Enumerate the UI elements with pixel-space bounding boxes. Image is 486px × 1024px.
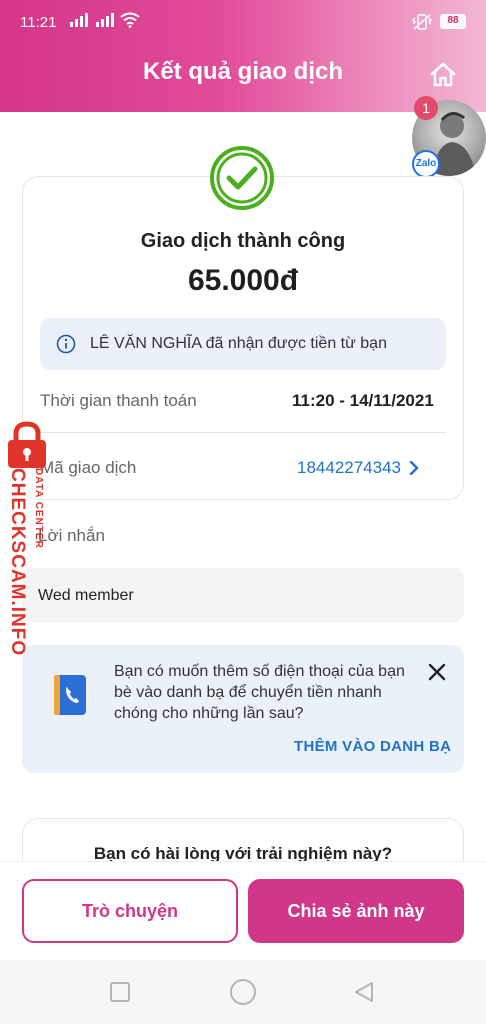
check-circle-icon <box>210 146 274 210</box>
transaction-id-link[interactable]: 18442274343 <box>297 458 419 478</box>
transaction-amount: 65.000đ <box>187 264 299 297</box>
page-title: Kết quả giao dịch <box>142 58 343 85</box>
chevron-right-icon <box>409 461 419 475</box>
payment-time-value: 11:20 - 14/11/2021 <box>292 391 434 410</box>
zalo-logo: Zalo <box>412 150 440 178</box>
watermark-subtext: DATA CENTER <box>33 468 44 549</box>
divider <box>40 432 446 433</box>
status-bar: 11:21 88 <box>0 0 486 46</box>
back-icon[interactable] <box>352 980 376 1004</box>
close-icon[interactable] <box>426 661 448 683</box>
transaction-id-value: 18442274343 <box>297 458 402 477</box>
battery-indicator: 88 <box>440 14 466 29</box>
share-image-button[interactable]: Chia sẻ ảnh này <box>248 879 464 943</box>
recipient-info-box: LÊ VĂN NGHĨA đã nhận được tiền từ bạn <box>40 318 446 370</box>
chat-button[interactable]: Trò chuyện <box>22 879 238 943</box>
add-contact-card: Bạn có muốn thêm số điện thoại của bạn b… <box>22 645 464 773</box>
info-icon <box>56 334 76 354</box>
transaction-status: Giao dịch thành công <box>140 230 346 252</box>
watermark: CHECKSCAM.INFO DATA CENTER <box>0 420 60 660</box>
vibrate-icon <box>412 14 432 30</box>
message-box: Wed member <box>22 568 464 622</box>
signal-icon <box>70 13 114 27</box>
zalo-chat-bubble[interactable]: 1 Zalo <box>410 96 486 180</box>
notification-badge: 1 <box>414 96 438 120</box>
status-time: 11:21 <box>20 14 57 31</box>
contacts-book-icon <box>54 675 86 715</box>
home-nav-button[interactable] <box>230 979 256 1005</box>
wifi-icon <box>120 12 140 28</box>
lock-icon <box>8 421 46 468</box>
add-contact-button[interactable]: THÊM VÀO DANH BẠ <box>294 738 451 755</box>
recent-apps-button[interactable] <box>110 982 130 1002</box>
add-contact-text: Bạn có muốn thêm số điện thoại của bạn b… <box>114 663 405 722</box>
watermark-text: CHECKSCAM.INFO <box>7 468 28 657</box>
payment-time-label: Thời gian thanh toán <box>40 391 197 410</box>
recipient-info-text: LÊ VĂN NGHĨA đã nhận được tiền từ bạn <box>90 335 387 352</box>
home-icon[interactable] <box>428 60 458 90</box>
system-nav-bar <box>0 960 486 1024</box>
